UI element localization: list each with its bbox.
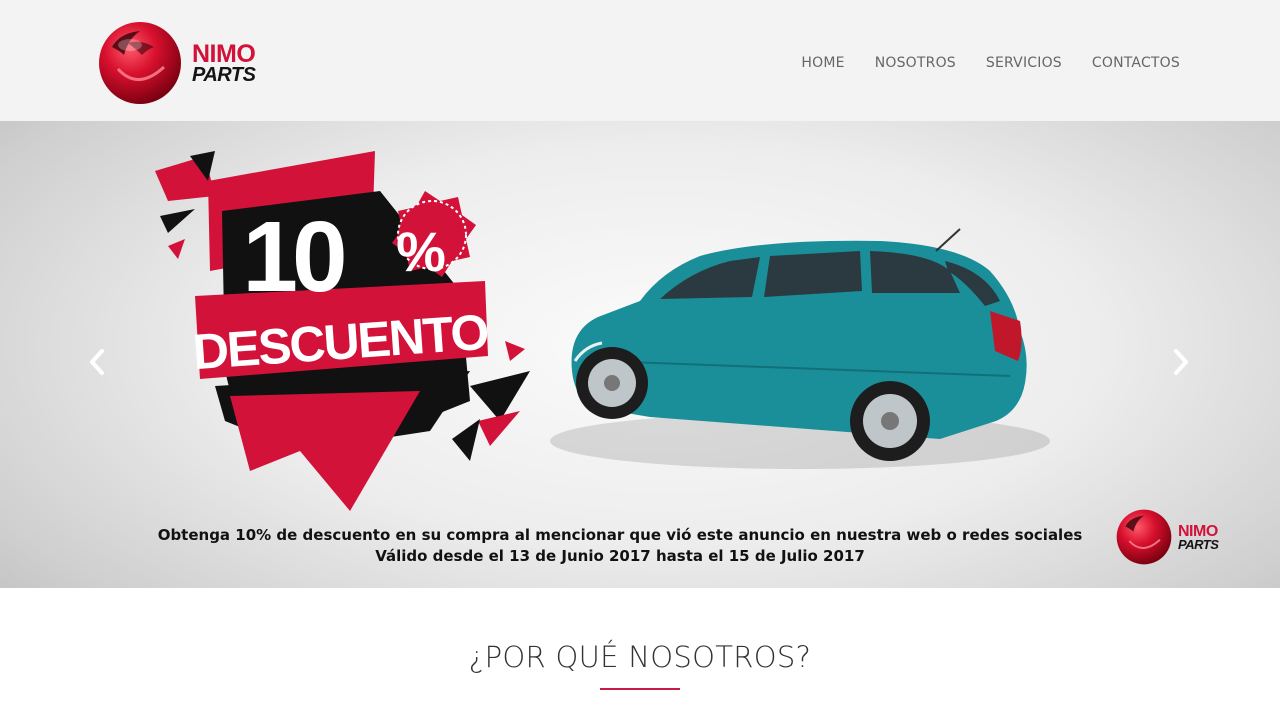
badge-number: 10 — [242, 201, 344, 313]
hero-slider: 10 % DESCUENTO Obtenga 10% de descuento … — [0, 121, 1280, 588]
site-logo[interactable]: NIMO PARTS — [98, 20, 288, 106]
logo-text-parts: PARTS — [192, 63, 256, 86]
logo-text-nimo: NIMO — [192, 39, 256, 68]
nav-contactos[interactable]: CONTACTOS — [1092, 55, 1180, 71]
promo-line-2: Válido desde el 13 de Junio 2017 hasta e… — [375, 547, 865, 565]
logo-ball-icon — [99, 22, 181, 104]
nav-home[interactable]: HOME — [801, 55, 844, 71]
discount-badge: 10 % DESCUENTO — [155, 151, 530, 511]
slide-artwork: 10 % DESCUENTO — [155, 151, 1050, 511]
site-header: NIMO PARTS HOME NOSOTROS SERVICIOS CONTA… — [0, 0, 1280, 121]
promo-caption: Obtenga 10% de descuento en su compra al… — [0, 525, 1240, 567]
car-image — [550, 228, 1050, 469]
slide-logo-ball-icon — [1116, 509, 1172, 565]
chevron-right-icon[interactable] — [1166, 345, 1194, 379]
section-title: ¿POR QUÉ NOSOTROS? — [468, 640, 812, 674]
chevron-left-icon[interactable] — [84, 345, 112, 379]
slide-logo: NIMO PARTS — [1116, 509, 1219, 565]
badge-percent: % — [396, 220, 446, 283]
main-nav: HOME NOSOTROS SERVICIOS CONTACTOS — [771, 55, 1180, 71]
section-title-underline — [600, 688, 680, 690]
nav-servicios[interactable]: SERVICIOS — [986, 55, 1062, 71]
promo-line-1: Obtenga 10% de descuento en su compra al… — [157, 526, 1083, 544]
nav-nosotros[interactable]: NOSOTROS — [875, 55, 956, 71]
slide-logo-text-parts: PARTS — [1178, 536, 1219, 552]
